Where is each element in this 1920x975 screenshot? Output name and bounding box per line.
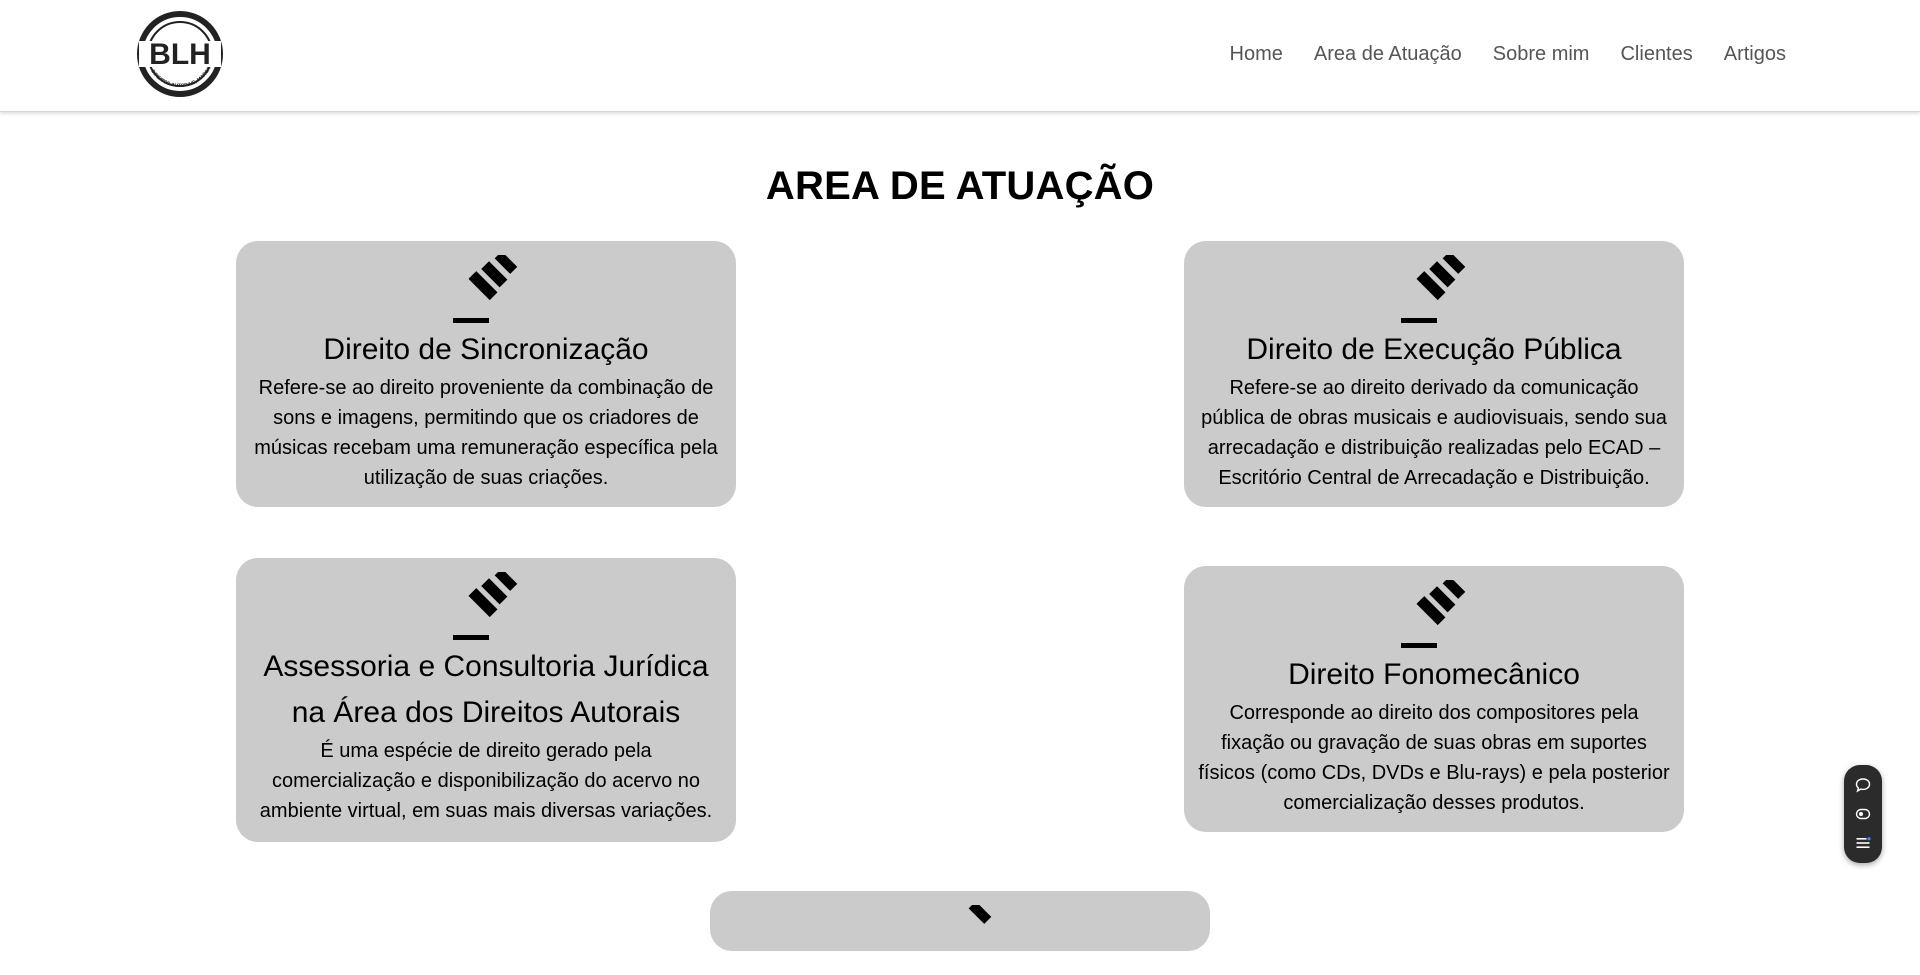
card-text: Refere-se ao direito proveniente da comb… xyxy=(254,377,718,489)
blh-logo[interactable]: BLH DIREITOS AUTORAIS, MARCAS E PATENTES xyxy=(133,5,225,99)
card-text: É uma espécie de direito gerado pela com… xyxy=(259,740,713,822)
nav-sobre-mim[interactable]: Sobre mim xyxy=(1493,41,1590,67)
nav-artigos[interactable]: Artigos xyxy=(1724,41,1786,67)
eye-icon xyxy=(1855,808,1871,820)
main-nav: Home Area de Atuação Sobre mim Clientes … xyxy=(1230,41,1786,67)
service-card-assessoria: Assessoria e Consultoria Jurídica na Áre… xyxy=(236,558,736,842)
card-title: Direito de Sincronização xyxy=(323,333,649,366)
logo-emblem: BLH DIREITOS AUTORAIS, MARCAS E PATENTES xyxy=(133,5,223,97)
service-card-execucao-publica: Direito de Execução Pública Refere-se ao… xyxy=(1184,241,1684,507)
gavel-icon xyxy=(453,255,518,323)
gavel-icon xyxy=(968,905,992,924)
menu-list-icon xyxy=(1856,836,1871,848)
card-text: Refere-se ao direito derivado da comunic… xyxy=(1201,377,1667,489)
menu-button[interactable] xyxy=(1854,834,1872,852)
service-card-sincronizacao: Direito de Sincronização Refere-se ao di… xyxy=(236,241,736,507)
nav-home[interactable]: Home xyxy=(1230,41,1283,67)
service-card-fonomecanico: Direito Fonomecânico Corresponde ao dire… xyxy=(1184,566,1684,832)
gavel-icon xyxy=(1401,580,1466,648)
gavel-icon xyxy=(453,572,518,640)
card-title: Direito de Execução Pública xyxy=(1246,333,1622,366)
site-header: BLH DIREITOS AUTORAIS, MARCAS E PATENTES… xyxy=(0,0,1920,112)
logo-text: BLH xyxy=(149,38,211,71)
card-text: Corresponde ao direito dos compositores … xyxy=(1198,702,1670,814)
gavel-icon xyxy=(1401,255,1466,323)
card-title: Assessoria e Consultoria Jurídica na Áre… xyxy=(263,650,709,729)
card-title: Direito Fonomecânico xyxy=(1288,658,1580,691)
nav-clientes[interactable]: Clientes xyxy=(1620,41,1692,67)
floating-widget xyxy=(1844,765,1882,863)
service-card-partial xyxy=(710,891,1210,951)
section-title: AREA DE ATUAÇÃO xyxy=(765,164,1155,208)
view-button[interactable] xyxy=(1854,805,1872,823)
nav-area-de-atuacao[interactable]: Area de Atuação xyxy=(1314,41,1462,67)
chat-button[interactable] xyxy=(1854,776,1872,794)
chat-icon xyxy=(1855,778,1871,793)
